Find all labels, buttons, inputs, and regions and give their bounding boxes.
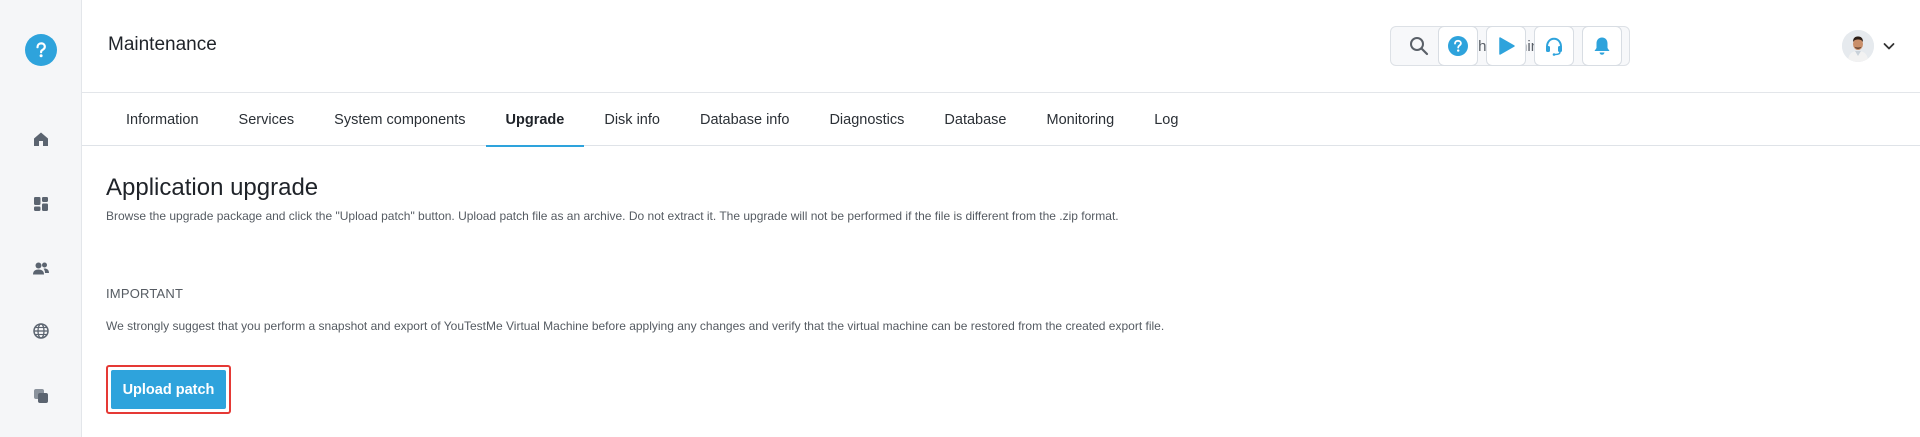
support-button[interactable] [1534,26,1574,66]
tab-database[interactable]: Database [924,94,1026,146]
tab-log[interactable]: Log [1134,94,1198,146]
avatar-image [1842,30,1874,62]
app-logo[interactable] [25,34,57,66]
play-tutorial-button[interactable] [1486,26,1526,66]
home-icon [34,132,48,146]
users-icon [33,262,49,275]
nav-home[interactable] [30,128,52,150]
logo-icon [36,42,46,58]
documents-icon [34,389,48,403]
user-avatar[interactable] [1842,30,1874,62]
nav-dashboard[interactable] [30,193,52,215]
page-title: Maintenance [108,34,217,55]
section-description: Browse the upgrade package and click the… [106,209,1119,223]
left-sidebar [0,0,82,437]
section-title: Application upgrade [106,174,319,201]
globe-icon [33,323,49,339]
tab-information[interactable]: Information [106,94,219,146]
headset-icon [1546,37,1562,56]
tab-services[interactable]: Services [219,94,315,146]
top-header: Maintenance [82,0,1920,93]
tab-disk-info[interactable]: Disk info [584,94,680,146]
dashboard-icon [34,197,48,211]
upload-patch-button[interactable]: Upload patch [111,370,226,409]
help-button[interactable] [1438,26,1478,66]
chevron-down-icon[interactable] [1881,38,1897,54]
nav-users[interactable] [30,257,52,279]
tab-system-components[interactable]: System components [314,94,485,146]
bell-icon [1594,37,1610,55]
nav-globe[interactable] [30,320,52,342]
notifications-button[interactable] [1582,26,1622,66]
upload-highlight: Upload patch [106,365,231,414]
tab-upgrade[interactable]: Upgrade [485,94,585,147]
important-heading: IMPORTANT [106,286,184,301]
important-text: We strongly suggest that you perform a s… [106,319,1165,333]
search-icon [1410,37,1429,56]
help-icon [1448,36,1468,56]
nav-documents[interactable] [30,385,52,407]
app-window: Maintenance Search anything Information … [0,0,1920,437]
tab-monitoring[interactable]: Monitoring [1026,94,1134,146]
tab-database-info[interactable]: Database info [680,94,809,146]
play-icon [1499,37,1515,55]
tab-bar: Information Services System components Upgr… [82,94,1920,147]
tab-diagnostics[interactable]: Diagnostics [809,94,924,146]
